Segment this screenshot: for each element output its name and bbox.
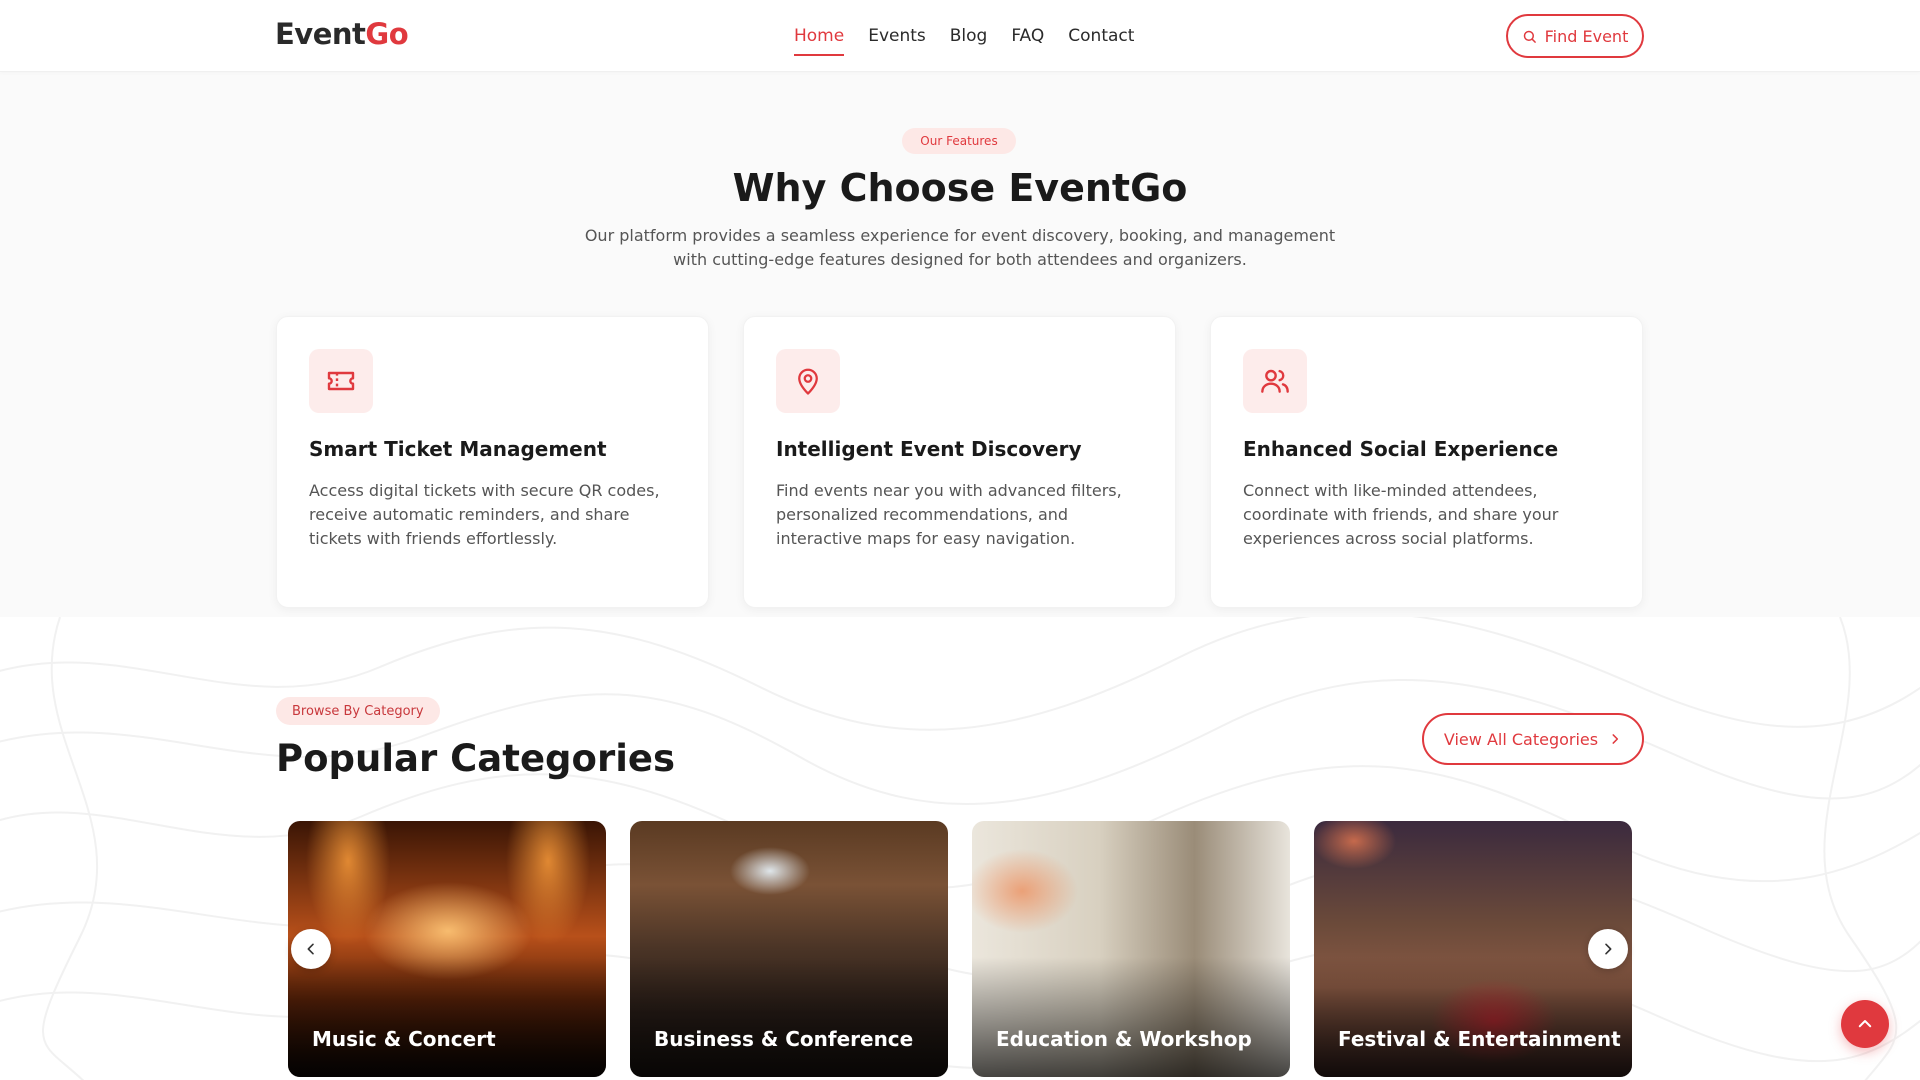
carousel-next-button[interactable]	[1588, 929, 1628, 969]
chevron-left-icon	[307, 943, 314, 955]
nav-item-contact[interactable]: Contact	[1068, 0, 1134, 72]
card-shade	[972, 957, 1290, 1077]
category-card-business[interactable]: Business & Conference	[630, 821, 948, 1077]
nav-item-home[interactable]: Home	[794, 0, 845, 72]
categories-section: Browse By Category Popular Categories Vi…	[0, 617, 1920, 1080]
category-label: Business & Conference	[654, 1027, 914, 1051]
feature-card-social: Enhanced Social Experience Connect with …	[1210, 316, 1643, 608]
category-card-festival[interactable]: Festival & Entertainment	[1314, 821, 1632, 1077]
card-shade	[1314, 957, 1632, 1077]
category-card-education[interactable]: Education & Workshop	[972, 821, 1290, 1077]
feature-text: Find events near you with advanced filte…	[776, 481, 1122, 548]
search-icon	[1523, 30, 1536, 43]
logo-accent: Go	[365, 17, 409, 51]
find-event-button[interactable]: Find Event	[1506, 14, 1644, 58]
scroll-to-top-button[interactable]	[1841, 1000, 1889, 1048]
feature-icon-box	[776, 349, 840, 413]
feature-text: Connect with like-minded attendees, coor…	[1243, 481, 1559, 548]
category-label: Festival & Entertainment	[1338, 1027, 1621, 1051]
category-label: Education & Workshop	[996, 1027, 1252, 1051]
category-card-music[interactable]: Music & Concert	[288, 821, 606, 1077]
feature-card-ticket: Smart Ticket Management Access digital t…	[276, 316, 709, 608]
feature-icon-box	[1243, 349, 1307, 413]
categories-pill: Browse By Category	[276, 697, 440, 725]
site-header: EventGo Home Events Blog FAQ Contact Fin…	[0, 0, 1920, 72]
chevron-right-icon	[1612, 734, 1619, 744]
view-all-categories-button[interactable]: View All Categories	[1422, 713, 1644, 765]
chevron-right-icon	[1605, 943, 1612, 955]
ticket-icon	[327, 371, 355, 391]
categories-title: Popular Categories	[276, 737, 675, 780]
logo[interactable]: EventGo	[275, 17, 409, 51]
users-icon	[1261, 369, 1289, 393]
nav-item-faq[interactable]: FAQ	[1011, 0, 1044, 72]
chevron-up-icon	[1858, 1020, 1872, 1028]
feature-title: Smart Ticket Management	[309, 437, 607, 461]
feature-icon-box	[309, 349, 373, 413]
map-pin-icon	[798, 368, 818, 395]
main-nav: Home Events Blog FAQ Contact	[794, 0, 1134, 72]
features-pill: Our Features	[902, 128, 1016, 154]
feature-card-discovery: Intelligent Event Discovery Find events …	[743, 316, 1176, 608]
features-subtitle: Our platform provides a seamless experie…	[584, 226, 1336, 269]
view-all-label: View All Categories	[1443, 729, 1599, 749]
features-title: Why Choose EventGo	[732, 166, 1188, 210]
category-label: Music & Concert	[312, 1027, 496, 1051]
features-section: Our Features Why Choose EventGo Our plat…	[0, 72, 1920, 617]
card-shade	[630, 957, 948, 1077]
nav-item-events[interactable]: Events	[868, 0, 926, 72]
carousel-prev-button[interactable]	[291, 929, 331, 969]
card-shade	[288, 957, 606, 1077]
feature-text: Access digital tickets with secure QR co…	[309, 481, 660, 548]
nav-item-blog[interactable]: Blog	[950, 0, 988, 72]
find-event-label: Find Event	[1544, 26, 1629, 46]
logo-main: Event	[275, 17, 366, 51]
feature-title: Intelligent Event Discovery	[776, 437, 1082, 461]
feature-title: Enhanced Social Experience	[1243, 437, 1559, 461]
